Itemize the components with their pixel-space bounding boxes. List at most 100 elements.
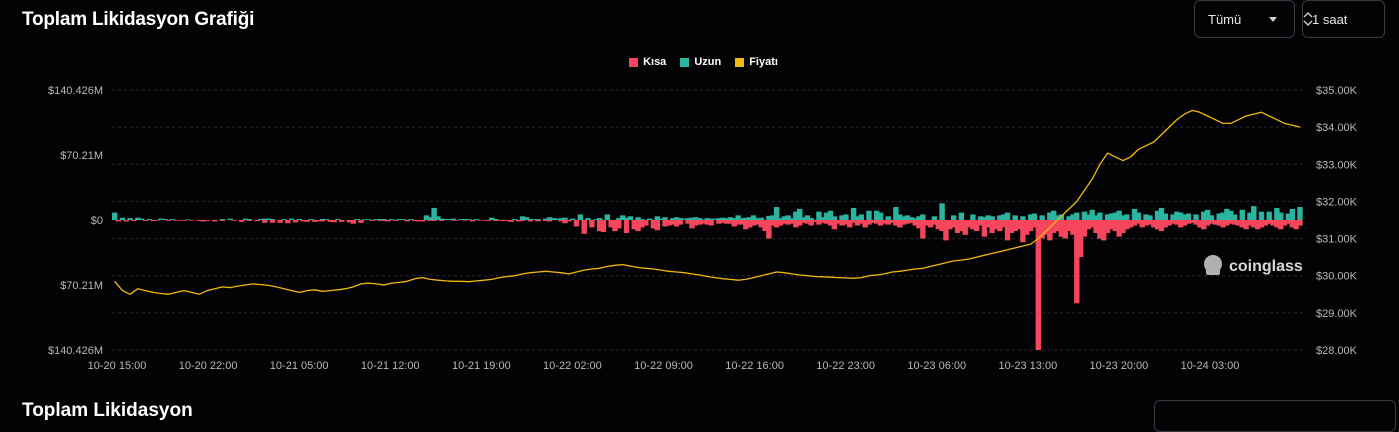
bar-short	[369, 220, 376, 221]
bar-long	[939, 203, 945, 220]
bar-short	[431, 220, 437, 221]
bar-long	[958, 212, 965, 220]
bar-short	[238, 220, 245, 222]
bar-long	[646, 218, 653, 220]
x-axis-tick-label: 10-21 12:00	[361, 360, 420, 372]
bar-long	[569, 218, 576, 220]
bar-long	[365, 219, 372, 220]
x-axis-tick-label: 10-24 03:00	[1181, 360, 1240, 372]
right-axis-tick-label: $28.00K	[1316, 345, 1358, 357]
bar-long	[1297, 207, 1303, 220]
bar-long	[843, 214, 849, 220]
bar-long	[808, 218, 814, 220]
bar-short	[616, 220, 622, 229]
x-axis-tick-label: 10-22 23:00	[816, 360, 875, 372]
bar-long	[920, 214, 926, 220]
bar-long	[323, 219, 330, 220]
x-axis-tick-label: 10-23 13:00	[998, 360, 1057, 372]
bar-short	[165, 220, 172, 221]
bar-short	[600, 220, 607, 233]
bar-short	[123, 220, 129, 222]
left-axis-tick-label: $140.426M	[48, 345, 103, 357]
bar-long	[562, 217, 568, 220]
bar-long	[1004, 212, 1011, 220]
bar-short	[246, 220, 253, 221]
bar-short	[485, 220, 491, 221]
bar-long	[296, 219, 303, 220]
bar-long	[138, 218, 145, 220]
bar-short	[581, 220, 587, 234]
bar-long	[931, 216, 938, 220]
bar-long	[1289, 208, 1295, 220]
bar-short	[535, 220, 541, 222]
bar-short	[339, 220, 345, 222]
bar-short	[131, 220, 137, 221]
right-axis-tick-label: $32.00K	[1316, 196, 1358, 208]
bar-long	[219, 219, 226, 220]
bar-short	[115, 220, 122, 222]
bar-long	[169, 219, 176, 220]
bar-short	[219, 220, 226, 221]
x-axis-tick-label: 10-23 06:00	[907, 360, 966, 372]
bar-short	[142, 220, 149, 221]
bar-long	[1147, 215, 1153, 220]
bar-short	[654, 220, 661, 231]
bar-long	[162, 218, 168, 220]
bar-long	[831, 216, 838, 220]
bar-long	[773, 207, 780, 220]
bar-short	[439, 220, 445, 221]
x-axis-tick-label: 10-22 16:00	[725, 360, 784, 372]
bar-long	[492, 219, 499, 220]
bar-long	[119, 217, 126, 220]
bar-long	[662, 217, 668, 220]
bar-short	[285, 220, 291, 224]
bar-short	[319, 220, 326, 222]
bar-short	[277, 220, 283, 223]
price-line	[114, 109, 1301, 295]
bar-long	[1020, 216, 1026, 220]
bar-short	[212, 220, 218, 222]
bar-long	[758, 217, 764, 220]
bar-long	[1278, 212, 1284, 220]
bar-short	[546, 220, 553, 222]
bar-short	[392, 220, 399, 221]
right-axis-tick-label: $29.00K	[1316, 308, 1358, 320]
x-axis-tick-label: 10-21 19:00	[452, 360, 511, 372]
bar-short	[566, 220, 572, 222]
bar-long	[269, 219, 276, 220]
bar-long	[535, 219, 541, 220]
bar-long	[970, 214, 976, 220]
bar-long	[1162, 213, 1168, 220]
bar-short	[292, 220, 299, 223]
next-section-title: Toplam Likidasyon	[22, 400, 193, 421]
bar-short	[350, 220, 356, 224]
bar-long	[1185, 213, 1192, 220]
next-section-select[interactable]	[1154, 400, 1396, 432]
bar-short	[508, 220, 514, 222]
bar-short	[519, 220, 526, 221]
bar-long	[989, 216, 995, 220]
coinglass-logo-icon	[1204, 255, 1222, 275]
bar-long	[858, 214, 864, 220]
bar-short	[331, 220, 337, 223]
bar-short	[204, 220, 210, 221]
right-axis-tick-label: $31.00K	[1316, 234, 1358, 246]
bar-long	[1074, 212, 1080, 220]
bar-long	[354, 219, 360, 220]
x-axis-tick-label: 10-21 05:00	[270, 360, 329, 372]
bar-long	[308, 219, 314, 220]
x-axis-tick-label: 10-20 15:00	[88, 360, 147, 372]
bar-short	[573, 220, 580, 227]
bar-long	[1251, 206, 1257, 220]
bar-short	[254, 220, 260, 222]
bar-long	[381, 219, 387, 220]
bar-short	[358, 220, 364, 223]
bar-long	[335, 219, 341, 220]
bar-long	[389, 219, 395, 220]
bar-short	[304, 220, 310, 222]
bar-long	[127, 218, 133, 220]
bar-short	[269, 220, 276, 223]
bar-long	[1193, 214, 1199, 220]
bar-long	[1039, 215, 1045, 220]
bar-long	[1124, 214, 1130, 220]
